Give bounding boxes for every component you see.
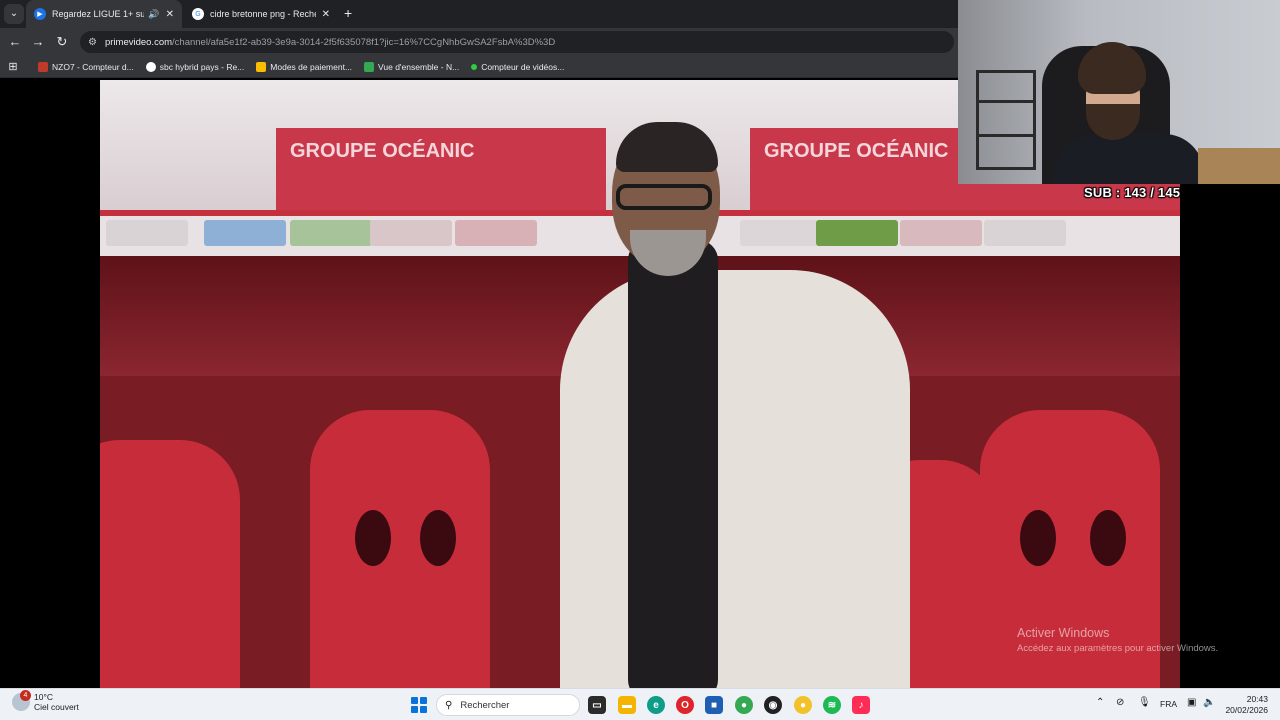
google-ads-icon <box>256 61 267 72</box>
back-arrow-icon[interactable]: ← <box>7 34 23 50</box>
dugout-seat <box>310 410 490 688</box>
bookmark-label: Modes de paiement... <box>270 61 353 72</box>
bookmark-label: NZO7 - Compteur d... <box>52 61 134 72</box>
sponsor-logo <box>900 220 982 246</box>
url-domain: primevideo.com <box>104 36 173 48</box>
clock-date: 20/02/2026 <box>1225 705 1268 715</box>
windows-activation-watermark: Activer Windows Accédez aux paramètres p… <box>1017 626 1218 654</box>
sign-text: GROUPE OCÉANIC <box>764 140 949 162</box>
sponsor-logo <box>455 220 537 246</box>
url-path: /channel/afa5e1f2-ab39-3e9a-3014-2f5f635… <box>172 36 556 48</box>
sponsor-logo <box>984 220 1066 246</box>
watermark-subtitle: Accédez aux paramètres pour activer Wind… <box>1017 643 1219 654</box>
bookmark-label: Compteur de vidéos... <box>481 61 565 72</box>
google-ads-icon <box>364 61 375 72</box>
weather-temperature: 10°C <box>34 692 53 702</box>
display-icon[interactable]: ▣ <box>1187 697 1196 708</box>
tab-title: cidre bretonne png - Recherche <box>210 9 316 19</box>
system-clock[interactable]: 20:43 20/02/2026 <box>1222 694 1268 716</box>
bookmark-label: sbc hybrid pays - Re... <box>159 61 245 72</box>
sponsor-logo <box>204 220 286 246</box>
edge-icon[interactable]: e <box>647 696 665 714</box>
chrome-canary-icon[interactable]: ● <box>794 696 812 714</box>
file-explorer-icon[interactable]: ▬ <box>618 696 636 714</box>
speaker-icon[interactable]: 🔊 <box>148 9 159 20</box>
reload-icon[interactable]: ↻ <box>54 34 70 50</box>
forward-arrow-icon[interactable]: → <box>30 34 46 50</box>
microphone-icon[interactable]: 🎙 <box>1138 697 1151 708</box>
sponsor-logo <box>106 220 188 246</box>
taskbar-search-box[interactable]: ⚲ Rechercher <box>436 694 580 716</box>
chrome-icon[interactable]: ● <box>735 696 753 714</box>
green-dot-icon <box>471 63 478 70</box>
sponsor-logo <box>370 220 452 246</box>
bookmark-modes-paiement[interactable]: Modes de paiement... <box>256 61 353 72</box>
bookmark-compteur-videos[interactable]: Compteur de vidéos... <box>471 62 564 72</box>
seat-hole <box>1020 510 1056 566</box>
site-info-icon[interactable]: ⚙ <box>88 37 97 48</box>
tab-close-icon[interactable]: ✕ <box>166 9 174 20</box>
sponsor-logo <box>740 220 822 246</box>
windows-taskbar: 4 10°C Ciel couvert ⚲ Rechercher ▭ ▬ e O… <box>0 688 1280 720</box>
obs-icon[interactable]: ◉ <box>764 696 782 714</box>
tab-google-search[interactable]: G cidre bretonne png - Recherche ✕ <box>184 0 338 28</box>
seat-hole <box>355 510 391 566</box>
sponsor-sign-left: GROUPE OCÉANIC <box>276 128 606 218</box>
clock-time: 20:43 <box>1246 694 1268 704</box>
tab-prime-video[interactable]: ▶ Regardez LIGUE 1+ sur Prim 🔊 ✕ <box>26 0 182 28</box>
bookmark-nzo7[interactable]: NZO7 - Compteur d... <box>38 61 134 72</box>
coach-glasses <box>616 184 712 210</box>
sign-text: GROUPE OCÉANIC <box>290 140 475 162</box>
prime-video-favicon-icon: ▶ <box>34 8 46 20</box>
show-hidden-icons[interactable]: ⌃ <box>1096 697 1104 708</box>
new-tab-button[interactable]: + <box>344 5 352 21</box>
sub-counter: SUB : 143 / 145 <box>1084 185 1181 200</box>
search-icon: ⚲ <box>445 699 453 711</box>
volume-icon[interactable]: 🔈 <box>1203 697 1215 708</box>
dugout-seat <box>100 440 240 688</box>
browser-toolbar: ← → ↻ ⚙ primevideo.com /channel/afa5e1f2… <box>0 28 958 56</box>
tab-search-menu-button[interactable]: ⌄ <box>4 4 24 24</box>
sponsor-logo <box>816 220 898 246</box>
watermark-title: Activer Windows <box>1017 626 1110 640</box>
spotify-icon[interactable]: ≋ <box>823 696 841 714</box>
bookmark-label: Vue d'ensemble - N... <box>378 61 460 72</box>
seat-hole <box>420 510 456 566</box>
seat-hole <box>1090 510 1126 566</box>
shelf-divider <box>976 134 1036 137</box>
language-indicator[interactable]: FRA <box>1160 699 1177 709</box>
bookmark-favicon-icon <box>38 61 48 72</box>
google-favicon-icon: G <box>192 8 204 20</box>
address-bar[interactable]: ⚙ primevideo.com /channel/afa5e1f2-ab39-… <box>80 31 954 53</box>
wooden-floor <box>1198 148 1280 184</box>
task-view-icon[interactable]: ▭ <box>588 696 606 714</box>
sponsor-logo <box>290 220 372 246</box>
tiktok-icon[interactable]: ♪ <box>852 696 870 714</box>
opera-icon[interactable]: O <box>676 696 694 714</box>
bookmarks-bar: ⊞ NZO7 - Compteur d... sbc hybrid pays -… <box>0 56 958 78</box>
store-icon[interactable]: ■ <box>705 696 723 714</box>
bookmark-sbc-hybrid[interactable]: sbc hybrid pays - Re... <box>145 61 245 72</box>
webcam-shelf <box>976 70 1036 170</box>
search-placeholder: Rechercher <box>460 699 510 711</box>
webcam-overlay <box>958 0 1280 184</box>
streamer-body <box>1054 134 1204 184</box>
apps-grid-icon[interactable]: ⊞ <box>0 60 26 73</box>
tab-title: Regardez LIGUE 1+ sur Prim <box>52 9 145 19</box>
weather-condition: Ciel couvert <box>34 702 79 712</box>
google-favicon-icon <box>145 61 156 72</box>
shelf-divider <box>976 100 1036 103</box>
tab-close-icon[interactable]: ✕ <box>322 9 330 20</box>
coach-jacket <box>560 270 910 688</box>
cloud-icon: 4 <box>12 690 31 711</box>
tab-strip: ⌄ ▶ Regardez LIGUE 1+ sur Prim 🔊 ✕ G cid… <box>0 0 958 28</box>
coach-scarf <box>628 240 718 688</box>
bookmark-vue-ensemble[interactable]: Vue d'ensemble - N... <box>364 61 460 72</box>
notification-badge: 4 <box>20 690 31 701</box>
windows-start-icon[interactable] <box>411 697 427 713</box>
weather-widget[interactable]: 4 10°C Ciel couvert <box>12 690 79 712</box>
network-icon[interactable]: ⊘ <box>1116 697 1124 708</box>
